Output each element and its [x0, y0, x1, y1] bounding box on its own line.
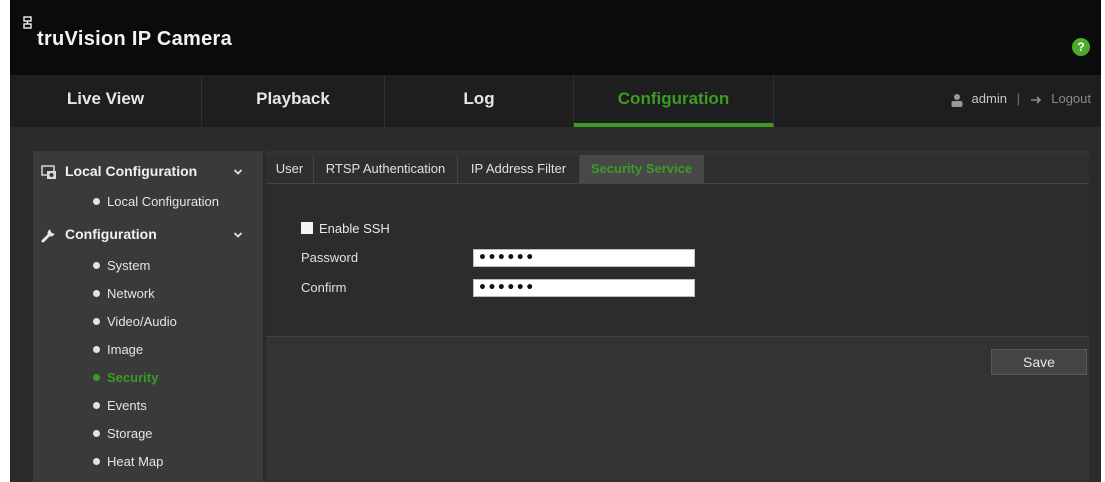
sidebar-item-video-audio[interactable]: Video/Audio [93, 314, 177, 334]
user-icon [951, 93, 963, 107]
bullet-icon [93, 374, 100, 381]
nav-spacer [10, 127, 1101, 147]
sidebar-item-label: Network [107, 286, 155, 301]
sidebar-item-label: Image [107, 342, 144, 357]
sidebar-item-network[interactable]: Network [93, 286, 155, 306]
tab-configuration[interactable]: Configuration [574, 75, 774, 127]
tab-rtsp-authentication[interactable]: RTSP Authentication [314, 155, 458, 183]
app-logo: truVision IP Camera [23, 16, 233, 51]
logout-icon [1030, 95, 1041, 104]
bullet-icon [93, 458, 100, 465]
tab-user[interactable]: User [266, 155, 314, 183]
sidebar-group-label: Configuration [65, 226, 157, 242]
sidebar-item-label: Events [107, 398, 147, 413]
tab-ip-address-filter[interactable]: IP Address Filter [458, 155, 580, 183]
sidebar-group-label: Local Configuration [65, 163, 198, 179]
sidebar-item-local-configuration[interactable]: Local Configuration [93, 194, 219, 214]
sidebar-item-system[interactable]: System [93, 258, 150, 278]
tab-security-service[interactable]: Security Service [580, 155, 704, 183]
app-header: truVision IP Camera ? [10, 0, 1101, 75]
bullet-icon [93, 318, 100, 325]
app-title: truVision IP Camera [37, 28, 233, 50]
logout-link[interactable]: Logout [1051, 91, 1091, 106]
security-service-panel: Enable SSH Password •••••• Confirm •••••… [266, 184, 1089, 337]
bullet-icon [93, 402, 100, 409]
top-nav: Live View Playback Log Configuration adm… [10, 75, 1101, 127]
sidebar-item-label: Storage [107, 426, 153, 441]
help-icon[interactable]: ? [1072, 38, 1090, 56]
password-label: Password [301, 250, 359, 265]
app-frame: truVision IP Camera ? Live View Playback… [10, 0, 1101, 482]
sidebar-group-configuration[interactable]: Configuration [33, 220, 263, 250]
sidebar: Local Configuration Local Configuration … [33, 151, 263, 482]
checkbox-box[interactable] [301, 222, 313, 234]
confirm-field[interactable]: •••••• [473, 279, 695, 297]
separator: | [1016, 91, 1020, 106]
bullet-icon [93, 430, 100, 437]
sidebar-item-security[interactable]: Security [93, 370, 158, 390]
bullet-icon [93, 198, 100, 205]
bullet-icon [93, 290, 100, 297]
tab-log[interactable]: Log [385, 75, 574, 127]
content-area: User RTSP Authentication IP Address Filt… [266, 151, 1089, 482]
wrench-icon [41, 229, 55, 243]
sidebar-item-storage[interactable]: Storage [93, 426, 153, 446]
sidebar-item-label: Security [107, 370, 159, 385]
sidebar-item-label: System [107, 258, 151, 273]
sidebar-item-label: Heat Map [107, 454, 164, 469]
sidebar-item-label: Local Configuration [107, 194, 220, 209]
content-tabs: User RTSP Authentication IP Address Filt… [266, 155, 1089, 184]
tab-playback[interactable]: Playback [202, 75, 385, 127]
sidebar-item-heat-map[interactable]: Heat Map [93, 454, 163, 474]
network-logo-icon [23, 16, 32, 29]
tab-live-view[interactable]: Live View [10, 75, 202, 127]
save-button[interactable]: Save [991, 349, 1087, 375]
local-config-icon [41, 165, 56, 179]
chevron-down-icon [233, 232, 243, 238]
sidebar-item-label: Video/Audio [107, 314, 177, 329]
chevron-down-icon [233, 169, 243, 175]
enable-ssh-checkbox[interactable]: Enable SSH [301, 221, 390, 237]
confirm-label: Confirm [301, 280, 347, 295]
enable-ssh-label: Enable SSH [319, 221, 390, 236]
sidebar-item-events[interactable]: Events [93, 398, 147, 418]
username[interactable]: admin [972, 91, 1007, 106]
password-field[interactable]: •••••• [473, 249, 695, 267]
user-area: admin | Logout [950, 75, 1091, 127]
bullet-icon [93, 346, 100, 353]
sidebar-item-image[interactable]: Image [93, 342, 143, 362]
bullet-icon [93, 262, 100, 269]
sidebar-group-local-configuration[interactable]: Local Configuration [33, 157, 263, 187]
